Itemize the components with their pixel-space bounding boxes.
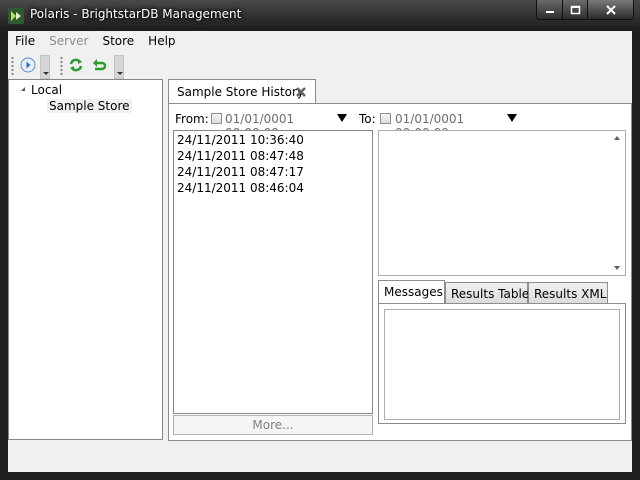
app-logo-icon (8, 8, 24, 24)
caption-buttons (536, 0, 634, 20)
tab-results-xml[interactable]: Results XML (528, 282, 608, 304)
window-title: Polaris - BrightstarDB Management (30, 7, 242, 21)
close-button[interactable] (588, 0, 634, 20)
close-icon (605, 4, 616, 15)
tab-messages[interactable]: Messages (378, 280, 445, 304)
to-dropdown-icon[interactable] (507, 114, 517, 122)
tree-node-local[interactable]: Local (31, 83, 62, 97)
tree-node-sample-store[interactable]: Sample Store (47, 99, 132, 113)
list-item[interactable]: 24/11/2011 08:47:17 (177, 165, 304, 179)
list-item[interactable]: 24/11/2011 10:36:40 (177, 133, 304, 147)
history-list[interactable]: 24/11/2011 10:36:40 24/11/2011 08:47:48 … (173, 130, 373, 414)
minimize-button[interactable] (536, 0, 563, 20)
tab-label: Sample Store History (177, 85, 305, 99)
client-area: File Server Store Help Local Sample Stor… (8, 31, 632, 472)
refresh-icon (69, 58, 83, 72)
from-checkbox[interactable] (211, 113, 222, 124)
menu-server[interactable]: Server (42, 31, 95, 51)
query-text-area[interactable] (378, 130, 626, 276)
refresh-button[interactable] (66, 55, 86, 75)
toolbar-grip[interactable] (11, 56, 14, 75)
tab-sample-store-history[interactable]: Sample Store History (168, 79, 316, 104)
scroll-down-icon[interactable] (614, 266, 620, 270)
toolbar (8, 52, 632, 79)
from-label: From: (175, 112, 209, 126)
history-panel: From: 01/01/0001 00:00:00 To: 01/01/0001… (168, 103, 632, 441)
toolbar-overflow-button[interactable] (114, 55, 124, 79)
tab-close-icon[interactable] (294, 85, 308, 99)
from-dropdown-icon[interactable] (337, 114, 347, 122)
results-panel (378, 303, 626, 424)
vertical-scrollbar[interactable] (610, 131, 625, 275)
tab-results-table[interactable]: Results Table (445, 282, 529, 304)
undo-button[interactable] (89, 55, 109, 75)
run-icon (20, 57, 36, 73)
run-button[interactable] (18, 55, 38, 75)
store-tree[interactable]: Local Sample Store (8, 79, 163, 440)
menu-help[interactable]: Help (141, 31, 182, 51)
to-checkbox[interactable] (380, 113, 391, 124)
title-bar[interactable]: Polaris - BrightstarDB Management (0, 0, 640, 30)
undo-icon (93, 59, 107, 71)
menu-bar: File Server Store Help (8, 31, 632, 51)
maximize-icon (570, 5, 580, 14)
toolbar-overflow-button[interactable] (40, 55, 50, 79)
scroll-up-icon[interactable] (614, 136, 620, 140)
menu-store[interactable]: Store (95, 31, 141, 51)
messages-output[interactable] (384, 309, 620, 420)
minimize-icon (545, 10, 554, 13)
tree-node-label: Sample Store (47, 99, 132, 113)
list-item[interactable]: 24/11/2011 08:47:48 (177, 149, 304, 163)
toolbar-grip[interactable] (60, 56, 63, 75)
status-bar (8, 441, 632, 472)
app-window: Polaris - BrightstarDB Management File S… (0, 0, 640, 480)
to-label: To: (359, 112, 376, 126)
more-button[interactable]: More... (173, 415, 373, 435)
results-tab-strip: Messages Results Table Results XML (378, 280, 626, 304)
document-tab-area: Sample Store History From: 01/01/0001 00… (168, 79, 632, 441)
maximize-button[interactable] (563, 0, 588, 20)
list-item[interactable]: 24/11/2011 08:46:04 (177, 181, 304, 195)
menu-file[interactable]: File (8, 31, 42, 51)
tree-expander-icon[interactable] (18, 87, 25, 91)
